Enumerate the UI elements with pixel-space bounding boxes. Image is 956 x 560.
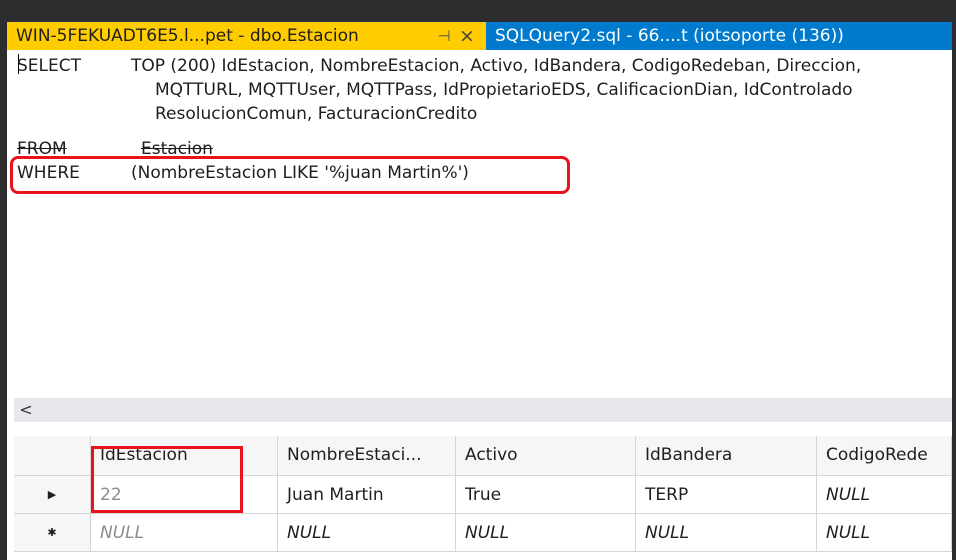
- close-icon[interactable]: ×: [458, 22, 476, 50]
- row-selector-new[interactable]: ✱: [14, 514, 91, 552]
- select-columns-line-1: TOP (200) IdEstacion, NombreEstacion, Ac…: [131, 56, 862, 76]
- grid-cell[interactable]: True: [456, 476, 636, 514]
- grid-cell[interactable]: NULL: [817, 476, 952, 514]
- column-header-codigoredeban[interactable]: CodigoRede: [817, 436, 952, 476]
- grid-cell[interactable]: NULL: [91, 514, 278, 552]
- grid-cell[interactable]: NULL: [456, 514, 636, 552]
- idestacion-highlight-box: [91, 446, 243, 513]
- select-keyword: SELECT: [17, 56, 81, 76]
- scroll-left-icon[interactable]: <: [18, 398, 34, 422]
- grid-cell[interactable]: NULL: [278, 514, 456, 552]
- grid-cell[interactable]: NULL: [636, 514, 817, 552]
- tab-sqlquery2[interactable]: SQLQuery2.sql - 66....t (iotsoporte (136…: [486, 22, 952, 50]
- ide-frame-left: [0, 0, 7, 560]
- pane-splitter[interactable]: [7, 422, 952, 436]
- pin-icon[interactable]: ⊣: [436, 22, 452, 50]
- select-columns-line-2: MQTTURL, MQTTUser, MQTTPass, IdPropietar…: [155, 80, 853, 100]
- select-columns-line-3: ResolucionComun, FacturacionCredito: [155, 104, 478, 124]
- grid-corner-header[interactable]: [14, 436, 91, 476]
- grid-cell[interactable]: TERP: [636, 476, 817, 514]
- grid-cell[interactable]: Juan Martin: [278, 476, 456, 514]
- tab-query-designer[interactable]: WIN-5FEKUADT6E5.l...pet - dbo.Estacion ⊣…: [7, 22, 486, 50]
- column-header-activo[interactable]: Activo: [456, 436, 636, 476]
- grid-cell[interactable]: NULL: [817, 514, 952, 552]
- column-header-idbandera[interactable]: IdBandera: [636, 436, 817, 476]
- tab-title: SQLQuery2.sql - 66....t (iotsoporte (136…: [495, 26, 844, 46]
- row-selector-current[interactable]: ▶: [14, 476, 91, 514]
- tab-title: WIN-5FEKUADT6E5.l...pet - dbo.Estacion: [16, 26, 359, 46]
- ide-frame-right: [952, 0, 956, 560]
- where-highlight-box: [10, 156, 570, 194]
- horizontal-scrollbar[interactable]: <: [14, 398, 952, 422]
- column-header-nombreestacion[interactable]: NombreEstaci...: [278, 436, 456, 476]
- sql-editor-pane[interactable]: SELECT TOP (200) IdEstacion, NombreEstac…: [7, 50, 952, 402]
